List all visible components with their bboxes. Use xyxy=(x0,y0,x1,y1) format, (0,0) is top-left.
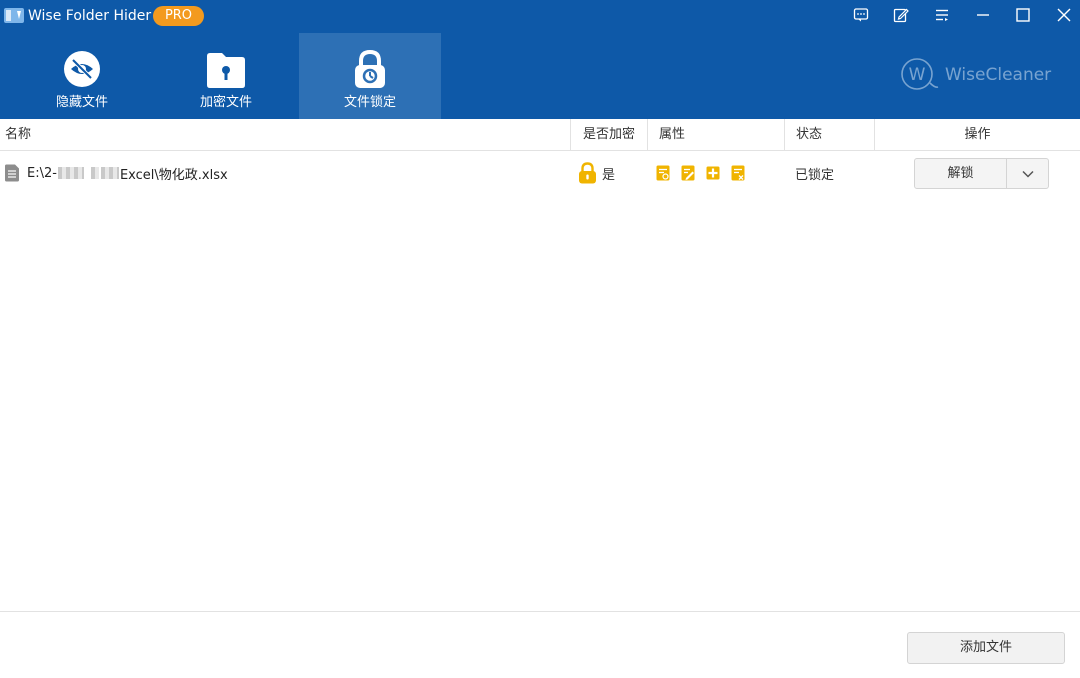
chevron-down-icon xyxy=(1021,170,1034,178)
tab-hide-files[interactable]: 隐藏文件 xyxy=(11,33,153,119)
redacted-text xyxy=(90,167,99,179)
feedback-icon[interactable] xyxy=(846,2,876,28)
padlock-icon xyxy=(579,162,596,184)
table-header: 名称 是否加密 属性 状态 操作 xyxy=(0,119,1080,151)
document-icon xyxy=(5,164,19,182)
tab-encrypt-files[interactable]: 加密文件 xyxy=(155,33,297,119)
exec-attr-icon xyxy=(731,165,745,181)
add-file-button[interactable]: 添加文件 xyxy=(907,632,1065,664)
app-logo-icon xyxy=(4,8,24,23)
pro-badge[interactable]: PRO xyxy=(153,6,204,26)
file-path-prefix: E:\2- xyxy=(27,165,57,181)
status-value: 已锁定 xyxy=(795,167,835,183)
encrypted-cell: 是 xyxy=(578,152,648,194)
brand-name: WiseCleaner xyxy=(945,65,1052,85)
unlock-dropdown-button[interactable] xyxy=(1007,159,1048,188)
unlock-button[interactable]: 解锁 xyxy=(915,159,1007,188)
column-header-status[interactable]: 状态 xyxy=(785,119,875,151)
title-bar: Wise Folder Hider PRO xyxy=(0,0,1080,32)
column-header-actions: 操作 xyxy=(964,127,991,142)
app-header: Wise Folder Hider PRO 隐藏文件 加密文件 文件锁定 W W… xyxy=(0,0,1080,119)
maximize-icon[interactable] xyxy=(1008,2,1038,28)
encrypted-value: 是 xyxy=(602,167,616,183)
delete-attr-icon xyxy=(706,166,720,180)
app-title: Wise Folder Hider xyxy=(28,8,152,24)
folder-key-icon xyxy=(207,53,245,88)
redacted-text xyxy=(100,167,119,179)
column-header-encrypted[interactable]: 是否加密 xyxy=(571,119,648,151)
tab-lock-files[interactable]: 文件锁定 xyxy=(299,33,441,119)
unlock-split-button: 解锁 xyxy=(914,158,1049,189)
footer-bar: 添加文件 xyxy=(0,611,1080,678)
lock-icon xyxy=(355,49,385,88)
close-icon[interactable] xyxy=(1049,2,1079,28)
edit-icon[interactable] xyxy=(886,2,916,28)
redacted-text xyxy=(57,167,84,179)
file-name-cell: E:\2- Excel\物化政.xlsx xyxy=(4,152,569,194)
read-attr-icon xyxy=(656,165,670,181)
minimize-icon[interactable] xyxy=(968,2,998,28)
menu-icon[interactable] xyxy=(927,2,957,28)
write-attr-icon xyxy=(681,165,695,181)
table-row[interactable]: E:\2- Excel\物化政.xlsx 是 已锁定 解锁 xyxy=(0,152,1080,194)
tab-label: 隐藏文件 xyxy=(55,95,108,110)
tab-label: 文件锁定 xyxy=(343,95,396,110)
svg-text:W: W xyxy=(909,65,926,85)
column-header-attributes[interactable]: 属性 xyxy=(648,119,785,151)
eye-slash-icon xyxy=(64,51,100,87)
column-header-name[interactable]: 名称 xyxy=(0,119,571,151)
file-path-suffix: Excel\物化政.xlsx xyxy=(119,167,228,183)
status-cell: 已锁定 xyxy=(795,152,875,194)
wisecleaner-mark-icon: W xyxy=(901,58,939,90)
tab-label: 加密文件 xyxy=(199,95,252,110)
attributes-cell xyxy=(656,152,784,194)
wisecleaner-logo: W WiseCleaner xyxy=(899,58,1051,92)
